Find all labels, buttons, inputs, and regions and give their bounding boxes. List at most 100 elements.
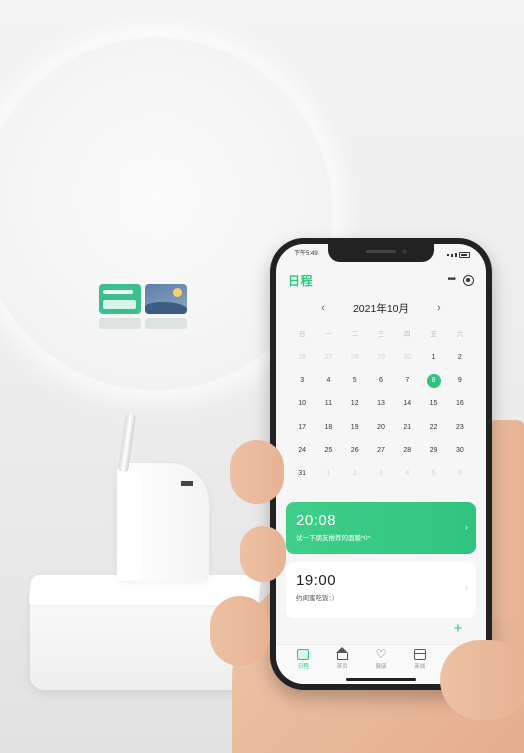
calendar-day[interactable]: 27: [368, 439, 394, 462]
calendar-day[interactable]: 4: [315, 369, 341, 392]
day-number: 23: [455, 423, 464, 431]
calendar-day[interactable]: 27: [315, 346, 341, 369]
calendar-day[interactable]: 2: [447, 346, 473, 369]
day-number: 1: [326, 470, 331, 478]
faucet-neck: [117, 470, 141, 580]
day-number: 4: [326, 376, 331, 384]
day-number: 18: [324, 423, 333, 431]
mirror-weather-widget: [145, 284, 187, 314]
heart-icon: ♡: [375, 647, 387, 661]
calendar-day[interactable]: 20: [368, 416, 394, 439]
day-number: 27: [377, 446, 385, 454]
day-number: 14: [403, 400, 412, 408]
day-number: 6: [457, 470, 462, 478]
day-number: 27: [324, 353, 333, 361]
sun-icon: [173, 288, 182, 297]
miniprogram-capsule: •••: [447, 274, 474, 286]
calendar-day-selected[interactable]: 8: [420, 369, 446, 392]
tab-label: 健康: [375, 664, 387, 670]
calendar-day[interactable]: 10: [289, 393, 315, 416]
tab-schedule[interactable]: 日程: [288, 649, 318, 684]
calendar-day[interactable]: 28: [342, 346, 368, 369]
tab-label: 日程: [297, 664, 309, 670]
add-event-button[interactable]: +: [450, 621, 466, 638]
calendar-day[interactable]: 29: [368, 346, 394, 369]
close-miniprogram-icon[interactable]: [463, 274, 474, 286]
day-number: 31: [298, 470, 307, 478]
calendar-day[interactable]: 6: [447, 462, 473, 485]
status-indicators: [447, 248, 470, 262]
speaker-grille: [366, 250, 396, 253]
calendar-day[interactable]: 26: [342, 439, 368, 462]
day-number: 28: [350, 353, 359, 361]
calendar-day[interactable]: 17: [289, 416, 315, 439]
event-time: 20:08: [296, 512, 337, 529]
calendar-day[interactable]: 21: [394, 416, 420, 439]
home-indicator: [346, 678, 416, 681]
calendar-day[interactable]: 14: [394, 393, 420, 416]
weekday-label: 一: [325, 331, 332, 338]
calendar-day[interactable]: 28: [394, 439, 420, 462]
weekday-label: 三: [377, 331, 385, 338]
day-number: 5: [431, 470, 436, 478]
day-number: 17: [298, 423, 307, 431]
weekday-label: 日: [298, 331, 306, 338]
calendar-day[interactable]: 22: [420, 416, 446, 439]
calendar-icon: [297, 649, 310, 660]
day-number: 29: [429, 446, 438, 454]
calendar-day[interactable]: 6: [368, 369, 394, 392]
event-description: 约闺蜜吃饭：）: [296, 595, 339, 602]
event-card[interactable]: 19:00 约闺蜜吃饭：） ›: [286, 562, 476, 618]
signal-icon: [455, 253, 457, 257]
weekday-label: 六: [456, 331, 464, 338]
calendar-day[interactable]: 1: [315, 462, 341, 485]
calendar-grid: 26 27 28 29 30 1 2 3 4 5 6 7 8 9 10 11 12 13 14 15 16 17 18 19 2…: [289, 346, 473, 486]
widget-time-strip: [103, 290, 133, 294]
day-number: 26: [298, 353, 307, 361]
hand-finger: [240, 526, 286, 582]
tab-label: 商城: [414, 664, 426, 670]
app-header: 日程 •••: [276, 270, 486, 290]
calendar-day[interactable]: 30: [447, 439, 473, 462]
page-title: 日程: [288, 273, 314, 288]
next-month-icon[interactable]: ›: [437, 302, 441, 314]
calendar-day[interactable]: 4: [394, 462, 420, 485]
battery-icon: [459, 252, 470, 258]
day-number: 5: [352, 376, 357, 384]
calendar-day[interactable]: 3: [368, 462, 394, 485]
day-number: 19: [350, 423, 359, 431]
calendar-day[interactable]: 3: [289, 369, 315, 392]
calendar-day[interactable]: 16: [447, 393, 473, 416]
calendar-day[interactable]: 19: [342, 416, 368, 439]
calendar-day[interactable]: 13: [368, 393, 394, 416]
day-number: 8: [426, 373, 441, 388]
calendar-day[interactable]: 25: [315, 439, 341, 462]
calendar-day[interactable]: 1: [420, 346, 446, 369]
calendar-day[interactable]: 11: [315, 393, 341, 416]
calendar-day[interactable]: 9: [447, 369, 473, 392]
event-card[interactable]: 20:08 试一下朋友推荐的面膜^0^ ›: [286, 502, 476, 554]
more-options-icon[interactable]: •••: [447, 275, 455, 285]
calendar-day[interactable]: 5: [342, 369, 368, 392]
phone-screen: 下午5:49 日程 ••• ‹ 2021年10月 › 日一二三四五六 26 27 2…: [276, 244, 486, 684]
hand-finger: [210, 596, 270, 666]
calendar-day[interactable]: 7: [394, 369, 420, 392]
tab-label: 首页: [336, 664, 348, 670]
calendar-day[interactable]: 2: [342, 462, 368, 485]
day-number: 20: [377, 423, 385, 431]
weekday-label: 四: [404, 331, 411, 338]
calendar-day[interactable]: 23: [447, 416, 473, 439]
calendar-day[interactable]: 18: [315, 416, 341, 439]
calendar-day[interactable]: 26: [289, 346, 315, 369]
day-number: 3: [379, 470, 383, 478]
calendar-day[interactable]: 29: [420, 439, 446, 462]
calendar-day[interactable]: 31: [289, 462, 315, 485]
calendar-day[interactable]: 24: [289, 439, 315, 462]
day-number: 16: [455, 400, 464, 408]
calendar-day[interactable]: 5: [420, 462, 446, 485]
previous-month-icon[interactable]: ‹: [321, 302, 325, 314]
weekday-header: 日一二三四五六: [289, 328, 473, 338]
calendar-day[interactable]: 12: [342, 393, 368, 416]
calendar-day[interactable]: 15: [420, 393, 446, 416]
calendar-day[interactable]: 30: [394, 346, 420, 369]
